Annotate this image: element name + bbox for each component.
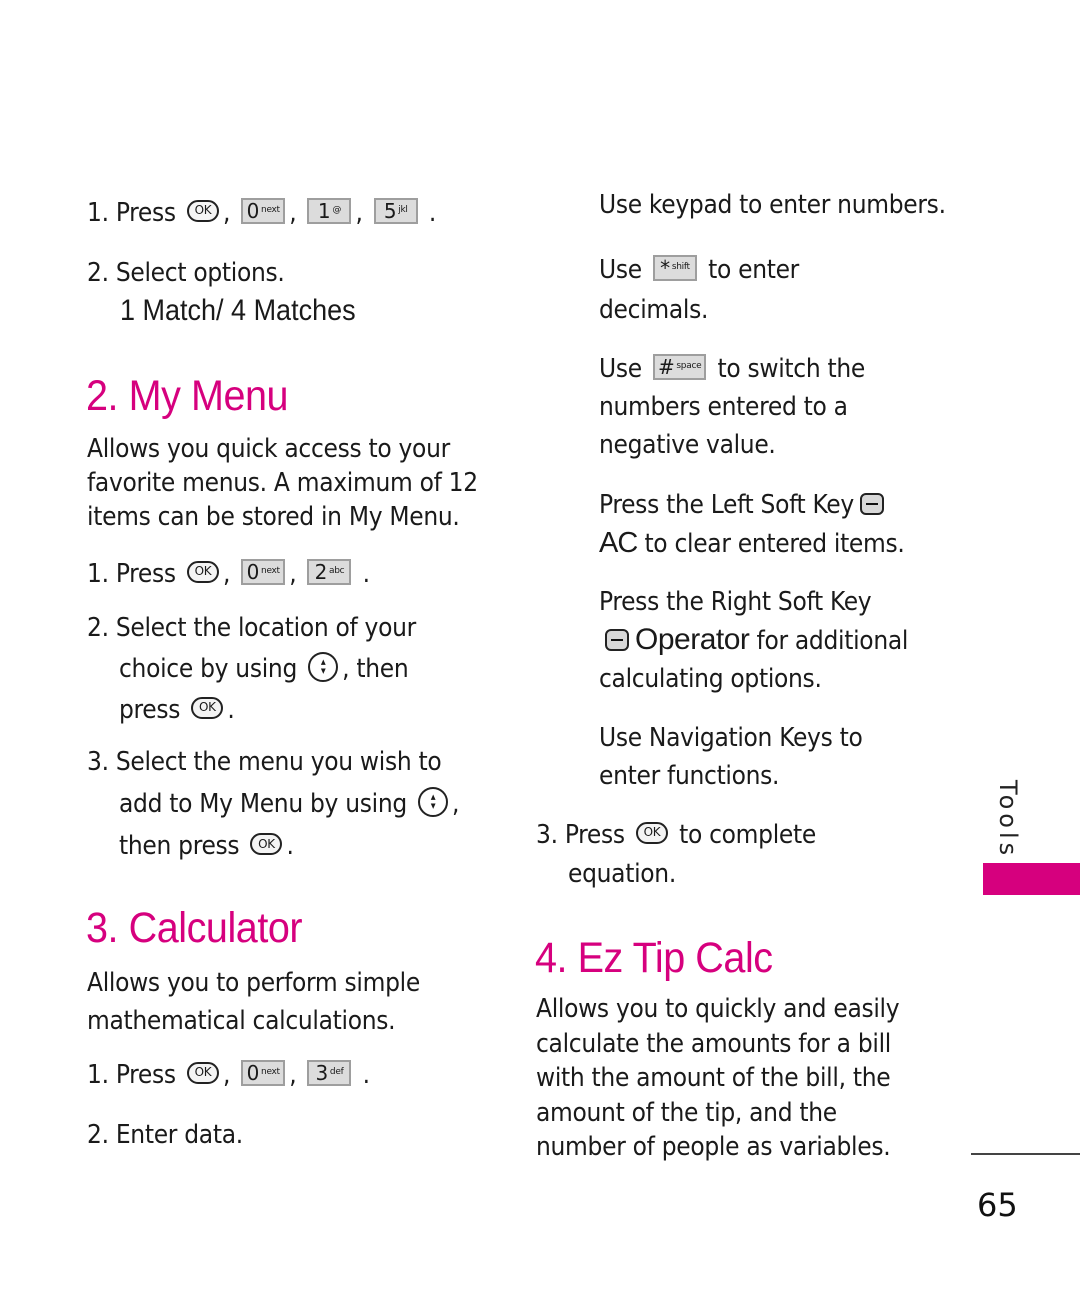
instruction-line: numbers entered to a: [599, 392, 848, 422]
step-press-keys-1: 1. Press OK, 0 next, 1 @, 5 jkl .: [87, 197, 437, 228]
ok-key-icon: OK: [186, 1061, 219, 1084]
five-key-icon: 5 jkl: [373, 197, 418, 224]
instruction-line: enter functions.: [599, 761, 780, 791]
desc-line: with the amount of the bill, the: [536, 1063, 891, 1093]
step-line: 3. Press OK to complete: [536, 816, 816, 855]
my-menu-step-2: 2. Select the location of your choice by…: [87, 608, 416, 731]
my-menu-step-1: 1. Press OK, 0 next, 2 abc .: [87, 558, 370, 589]
text: to switch the: [717, 354, 865, 384]
desc-line: Allows you to quickly and easily: [536, 994, 900, 1024]
instruction-line: Use # space to switch the: [599, 350, 865, 388]
desc-line: items can be stored in My Menu.: [87, 502, 460, 532]
step-text-line: add to My Menu by using ▲ ▼,: [87, 783, 459, 825]
section-title-my-menu: 2. My Menu: [86, 372, 289, 420]
my-menu-step-3: 3. Select the menu you wish to add to My…: [87, 741, 459, 867]
step-text: add to My Menu by using: [119, 789, 407, 819]
navigation-key-icon: ▲ ▼: [418, 786, 449, 817]
step-text-line: press OK.: [87, 690, 416, 731]
navigation-key-icon: ▲ ▼: [308, 651, 339, 682]
desc-line: Allows you to perform simple: [87, 968, 420, 998]
two-key-icon: 2 abc: [307, 558, 352, 585]
left-soft-key-instruction: Press the Left Soft Key AC to clear ente…: [599, 486, 905, 563]
three-key-icon: 3 def: [307, 1059, 352, 1086]
step-line: equation.: [568, 859, 676, 889]
ac-label: AC: [599, 527, 638, 559]
period: .: [428, 198, 437, 228]
section-title-calculator: 3. Calculator: [86, 904, 303, 952]
period: .: [286, 831, 294, 861]
text: Use: [599, 354, 642, 384]
ez-tip-description: Allows you to quickly and easily calcula…: [536, 992, 900, 1165]
instruction-line: AC to clear entered items.: [599, 524, 905, 563]
instruction-line: Press the Right Soft Key: [599, 587, 872, 617]
desc-line: favorite menus. A maximum of 12: [87, 468, 478, 498]
desc-line: Allows you quick access to your: [87, 434, 450, 464]
period: .: [227, 695, 235, 725]
desc-line: number of people as variables.: [536, 1132, 891, 1162]
right-soft-key-instruction: Press the Right Soft Key Operator for ad…: [599, 583, 908, 698]
instruction-line: Use Navigation Keys to: [599, 723, 863, 753]
ok-key-icon: OK: [186, 560, 219, 583]
step-text: 1. Press: [87, 559, 176, 589]
section-title-ez-tip-calc: 4. Ez Tip Calc: [535, 934, 773, 982]
step-text: press: [119, 695, 181, 725]
match-options: 1 Match/ 4 Matches: [120, 294, 356, 327]
instruction-line: Press the Left Soft Key: [599, 486, 905, 524]
step-text: 3. Select the menu you wish to: [87, 747, 442, 777]
text: Use: [599, 255, 642, 285]
desc-line: mathematical calculations.: [87, 1006, 396, 1036]
side-tab-marker: [983, 863, 1080, 895]
text: to enter: [708, 255, 799, 285]
ok-key-icon: OK: [250, 832, 283, 855]
step-select-options: 2. Select options.: [87, 258, 285, 288]
my-menu-description: Allows you quick access to your favorite…: [87, 432, 478, 534]
navigation-keys-instruction: Use Navigation Keys to enter functions.: [599, 719, 863, 795]
keypad-instruction: Use keypad to enter numbers.: [599, 190, 946, 220]
text: to clear entered items.: [644, 529, 905, 559]
instruction-line: Use * shift to enter: [599, 250, 799, 290]
step-text: 1. Press: [87, 1060, 176, 1090]
zero-key-icon: 0 next: [241, 558, 286, 585]
page-number: 65: [977, 1186, 1018, 1224]
desc-line: calculate the amounts for a bill: [536, 1028, 891, 1059]
step-text: , then: [342, 654, 409, 684]
side-tab-label: Tools: [994, 780, 1022, 860]
step-text-line: then press OK.: [87, 825, 459, 867]
step-text: 1. Press: [87, 198, 176, 228]
zero-key-icon: 0 next: [241, 1059, 286, 1086]
calculator-description: Allows you to perform simple mathematica…: [87, 964, 420, 1040]
text: Press the Left Soft Key: [599, 490, 854, 520]
operator-label: Operator: [635, 623, 750, 656]
decimal-instruction: Use * shift to enter decimals.: [599, 250, 799, 330]
footer-rule: [971, 1153, 1080, 1155]
instruction-line: Operator for additional: [599, 621, 908, 660]
one-key-icon: 1 @: [307, 197, 352, 224]
star-shift-key-icon: * shift: [652, 254, 697, 281]
zero-key-icon: 0 next: [241, 197, 286, 224]
calculator-step-3: 3. Press OK to complete equation.: [536, 816, 816, 894]
hash-space-key-icon: # space: [652, 353, 707, 380]
right-soft-key-icon: [605, 628, 629, 651]
step-text: to complete: [679, 820, 816, 850]
instruction-line: calculating options.: [599, 664, 822, 694]
step-text: 2. Select the location of your: [87, 613, 416, 643]
ok-key-icon: OK: [191, 696, 224, 719]
calculator-step-2: 2. Enter data.: [87, 1120, 243, 1150]
instruction-line: negative value.: [599, 430, 776, 460]
step-text: then press: [119, 831, 240, 861]
step-text: 3. Press: [536, 820, 625, 850]
ok-key-icon: OK: [635, 821, 668, 844]
step-text-line: choice by using ▲ ▼, then: [87, 649, 416, 690]
ok-key-icon: OK: [186, 199, 219, 222]
negative-instruction: Use # space to switch the numbers entered…: [599, 350, 865, 464]
calculator-step-1: 1. Press OK, 0 next, 3 def .: [87, 1059, 370, 1090]
step-text: choice by using: [119, 654, 297, 684]
instruction-line: decimals.: [599, 295, 709, 325]
desc-line: amount of the tip, and the: [536, 1097, 837, 1128]
text: for additional: [756, 626, 909, 656]
left-soft-key-icon: [859, 492, 884, 515]
step-text: ,: [452, 789, 460, 819]
